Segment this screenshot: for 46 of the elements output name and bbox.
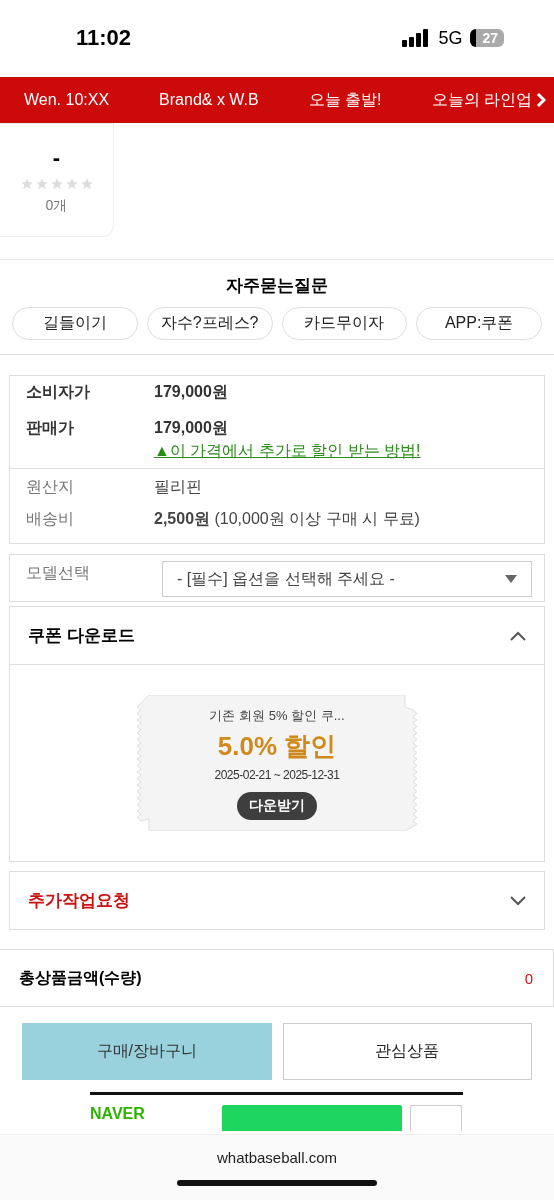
address-bar[interactable]: whatbaseball.com (216, 1149, 338, 1166)
total-label: 총상품금액(수량) (19, 967, 142, 988)
faq-button[interactable]: 길들이기 (12, 307, 138, 340)
option-dropdown[interactable]: - [필수] 옵션을 선택해 주세요 - (162, 561, 532, 597)
review-count: 0개 (45, 197, 68, 215)
nav-link[interactable]: 오늘의 라인업 (431, 89, 532, 111)
field-value: 179,000원 (154, 383, 228, 400)
field-label: 배송비 (26, 509, 75, 529)
field-label: 판매가 (26, 418, 75, 438)
field-label: 모델선택 (26, 563, 91, 583)
star-icon (79, 177, 94, 191)
caret-icon[interactable] (505, 575, 517, 583)
coupon-name: 기존 회원 5% 할인 쿠... (209, 706, 345, 725)
chevron-up-icon[interactable] (510, 630, 526, 641)
star-icon (49, 177, 64, 191)
field-label: 소비자가 (26, 382, 91, 402)
nav-link[interactable]: Wen. 10:XX (24, 91, 110, 109)
panel-title: 쿠폰 다운로드 (28, 625, 135, 647)
panel-title: 추가작업요청 (28, 890, 130, 912)
rating-score: - (52, 145, 61, 171)
coupon-period: 2025-02-21 ~ 2025-12-31 (214, 767, 340, 782)
discount-link[interactable]: ▲이 가격에서 추가로 할인 받는 방법! (154, 441, 528, 462)
clock: 11:02 (76, 25, 133, 51)
faq-button[interactable]: 카드무이자 (281, 307, 408, 340)
star-icon (64, 177, 79, 191)
section-title: 자주묻는질문 (226, 275, 328, 297)
brand-logo: NAVER (90, 1105, 146, 1123)
total-value: 0 (524, 969, 533, 987)
coupon-discount: 5.0% 할인 (217, 729, 337, 763)
buy-button[interactable]: 구매/장바구니 (22, 1023, 272, 1080)
network-label: 5G (438, 27, 463, 49)
wishlist-button[interactable]: 관심상품 (282, 1023, 532, 1080)
field-value: 179,000원 (154, 419, 228, 436)
faq-button[interactable]: 자수?프레스? (146, 307, 273, 340)
nav-link[interactable]: 오늘 출발! (308, 89, 382, 111)
chevron-right-icon[interactable] (536, 93, 546, 107)
faq-button[interactable]: APP:쿠폰 (416, 307, 542, 340)
nav-link[interactable]: Brand& x W.B (159, 91, 259, 109)
field-value: 필리핀 (154, 478, 202, 495)
chevron-down-icon[interactable] (510, 895, 526, 906)
battery-icon: 27 (470, 29, 504, 47)
star-icon (34, 177, 49, 191)
field-value: 2,500원 (10,000원 이상 구매 시 무료) (154, 510, 420, 527)
star-icon (19, 177, 34, 191)
signal-icon (402, 29, 431, 47)
field-label: 원산지 (26, 477, 75, 497)
